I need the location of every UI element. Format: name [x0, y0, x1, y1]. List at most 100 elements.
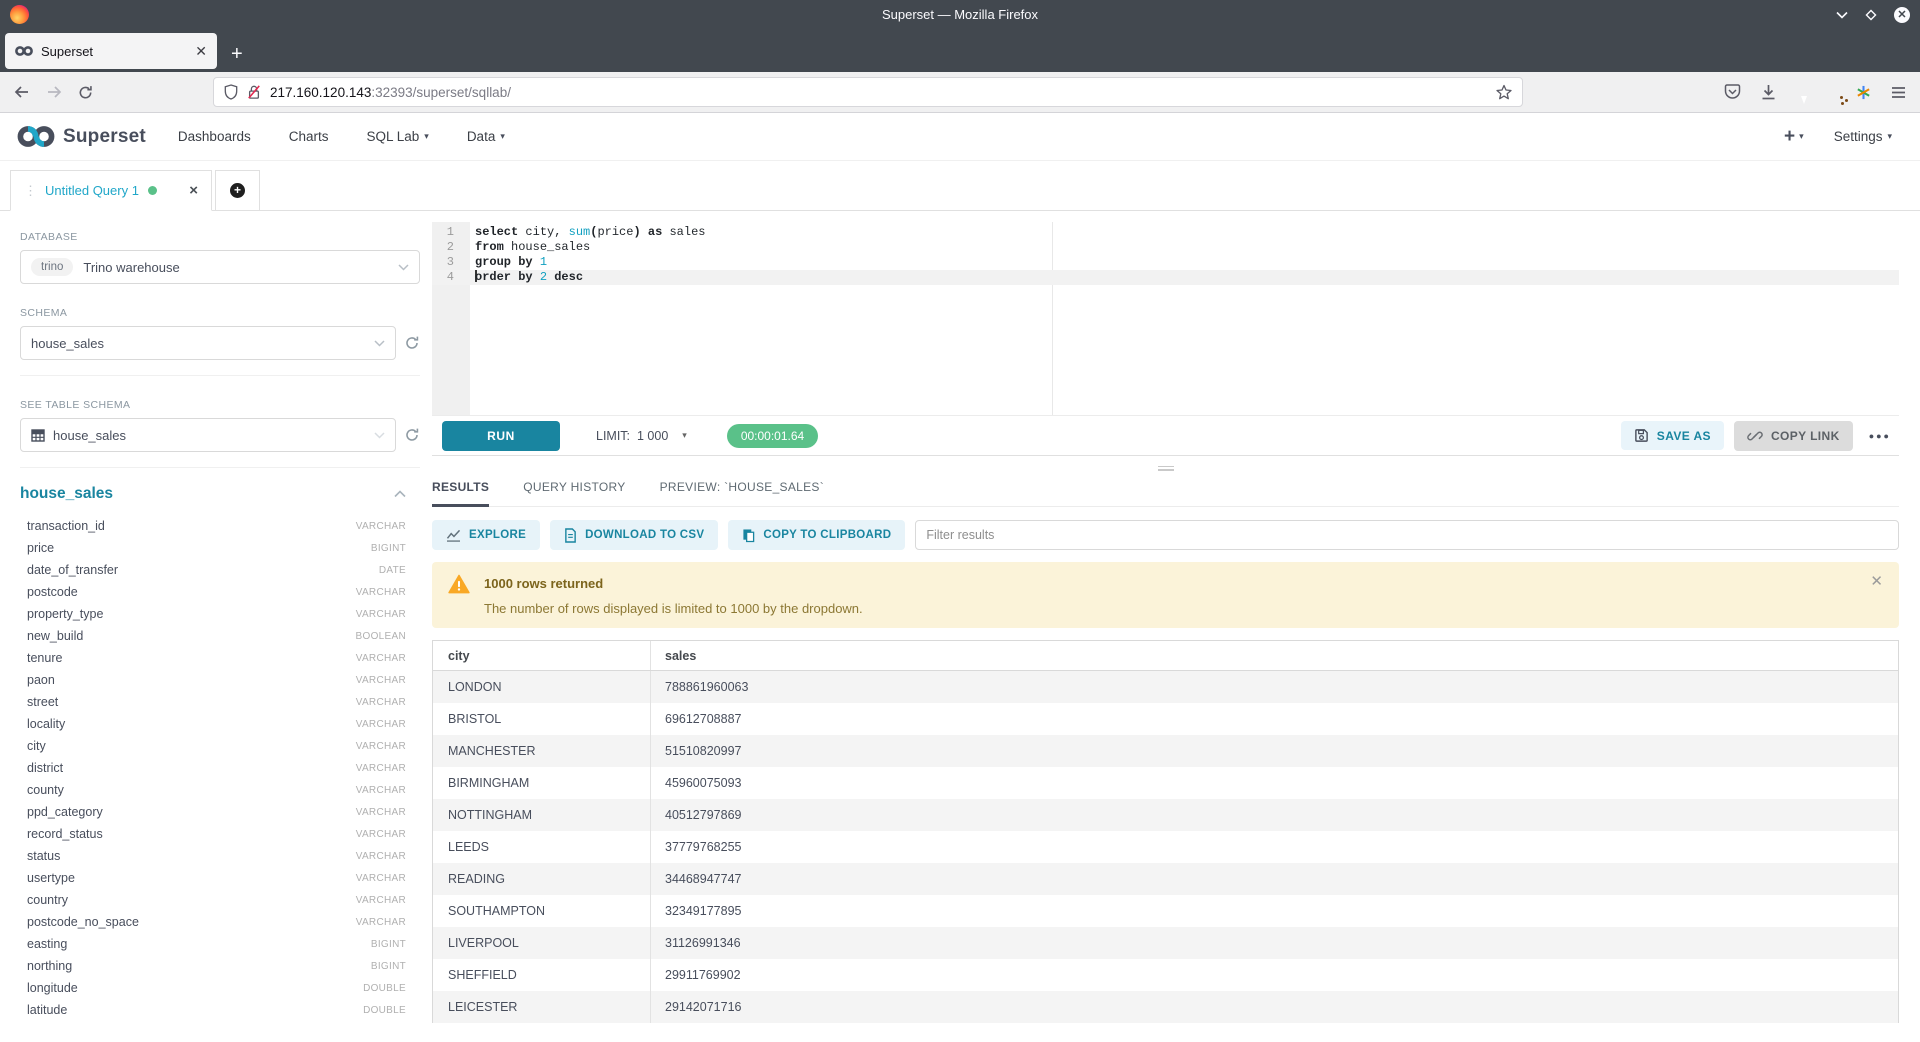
schema-column-row[interactable]: paonVARCHAR	[20, 669, 420, 691]
schema-column-row[interactable]: property_typeVARCHAR	[20, 603, 420, 625]
limit-dropdown[interactable]: LIMIT: 1 000 ▾	[596, 429, 687, 443]
schema-column-row[interactable]: countryVARCHAR	[20, 889, 420, 911]
schema-column-row[interactable]: districtVARCHAR	[20, 757, 420, 779]
copy-clipboard-button[interactable]: COPY TO CLIPBOARD	[728, 520, 905, 550]
window-minimize-icon[interactable]	[1836, 11, 1848, 19]
run-button[interactable]: RUN	[442, 421, 560, 451]
insecure-lock-icon[interactable]	[247, 84, 261, 100]
browser-tab-superset[interactable]: Superset ✕	[5, 33, 217, 69]
new-query-tab-button[interactable]: +	[215, 170, 260, 211]
back-icon[interactable]	[14, 85, 30, 99]
bookmark-star-icon[interactable]	[1496, 84, 1512, 100]
new-tab-button[interactable]: +	[231, 44, 243, 64]
caret-down-icon: ▾	[424, 131, 429, 142]
menu-hamburger-icon[interactable]	[1891, 86, 1906, 99]
table-schema-label: SEE TABLE SCHEMA	[20, 399, 420, 411]
browser-toolbar: 217.160.120.143:32393/superset/sqllab/	[0, 72, 1920, 113]
schema-column-row[interactable]: transaction_idVARCHAR	[20, 515, 420, 537]
table-row[interactable]: READING34468947747	[433, 863, 1898, 895]
schema-column-row[interactable]: northingBIGINT	[20, 955, 420, 977]
tracking-shield-icon[interactable]	[224, 84, 238, 100]
refresh-tables-icon[interactable]	[404, 427, 420, 443]
settings-menu[interactable]: Settings ▾	[1834, 129, 1892, 144]
schema-column-row[interactable]: usertypeVARCHAR	[20, 867, 420, 889]
schema-column-row[interactable]: localityVARCHAR	[20, 713, 420, 735]
table-name-heading[interactable]: house_sales	[20, 485, 113, 503]
sql-line-4[interactable]: 4order by 2 desc	[432, 270, 1899, 285]
table-select[interactable]: house_sales	[20, 418, 396, 452]
container-icon[interactable]	[1856, 85, 1871, 100]
schema-column-row[interactable]: record_statusVARCHAR	[20, 823, 420, 845]
schema-column-row[interactable]: cityVARCHAR	[20, 735, 420, 757]
download-csv-button[interactable]: DOWNLOAD TO CSV	[550, 520, 718, 550]
schema-column-row[interactable]: streetVARCHAR	[20, 691, 420, 713]
schema-column-row[interactable]: latitudeDOUBLE	[20, 999, 420, 1021]
database-label: DATABASE	[20, 231, 420, 243]
schema-column-row[interactable]: postcode_no_spaceVARCHAR	[20, 911, 420, 933]
results-tab-results[interactable]: RESULTS	[432, 480, 489, 507]
query-tab-active[interactable]: ⋮ Untitled Query 1 ×	[10, 170, 212, 211]
browser-tabstrip: Superset ✕ +	[0, 29, 1920, 72]
table-row[interactable]: MANCHESTER51510820997	[433, 735, 1898, 767]
pocket-icon[interactable]	[1724, 84, 1741, 100]
database-select[interactable]: trino Trino warehouse	[20, 250, 420, 284]
nav-item-sql-lab[interactable]: SQL Lab▾	[366, 129, 428, 144]
query-tab-close-icon[interactable]: ×	[189, 183, 198, 198]
schema-column-row[interactable]: new_buildBOOLEAN	[20, 625, 420, 647]
table-row[interactable]: LONDON788861960063	[433, 671, 1898, 703]
results-tab-preview-house-sales[interactable]: PREVIEW: `HOUSE_SALES`	[660, 480, 824, 506]
column-header-city[interactable]: city	[433, 649, 650, 663]
url-bar[interactable]: 217.160.120.143:32393/superset/sqllab/	[213, 77, 1523, 107]
collapse-chevron-up-icon[interactable]	[394, 490, 406, 498]
sql-line-3[interactable]: 3group by 1	[432, 255, 1899, 270]
schema-column-row[interactable]: statusVARCHAR	[20, 845, 420, 867]
schema-column-row[interactable]: countyVARCHAR	[20, 779, 420, 801]
window-close-icon[interactable]: ✕	[1894, 7, 1910, 23]
downloads-icon[interactable]	[1761, 84, 1776, 100]
nav-item-data[interactable]: Data▾	[467, 129, 505, 144]
tab-close-icon[interactable]: ✕	[195, 44, 207, 58]
table-row[interactable]: LIVERPOOL31126991346	[433, 927, 1898, 959]
filter-results-input[interactable]	[915, 520, 1899, 550]
query-timer-badge: 00:00:01.64	[727, 424, 818, 448]
save-as-button[interactable]: SAVE AS	[1621, 421, 1724, 450]
pane-splitter[interactable]	[432, 456, 1899, 480]
reload-icon[interactable]	[78, 85, 93, 100]
drag-handle-icon[interactable]: ⋮	[24, 183, 36, 199]
table-row[interactable]: NOTTINGHAM40512797869	[433, 799, 1898, 831]
table-row[interactable]: LEICESTER29142071716	[433, 991, 1898, 1023]
table-row[interactable]: LEEDS37779768255	[433, 831, 1898, 863]
window-maximize-icon[interactable]	[1865, 9, 1877, 21]
sales-cell: 32349177895	[650, 895, 1898, 927]
schema-column-row[interactable]: tenureVARCHAR	[20, 647, 420, 669]
schema-column-row[interactable]: ppd_categoryVARCHAR	[20, 801, 420, 823]
nav-item-charts[interactable]: Charts	[289, 129, 329, 144]
forward-icon[interactable]	[46, 85, 62, 99]
table-row[interactable]: BRISTOL69612708887	[433, 703, 1898, 735]
table-row[interactable]: SOUTHAMPTON32349177895	[433, 895, 1898, 927]
schema-column-row[interactable]: eastingBIGINT	[20, 933, 420, 955]
schema-column-row[interactable]: priceBIGINT	[20, 537, 420, 559]
alert-close-icon[interactable]: ✕	[1870, 574, 1883, 589]
results-tab-query-history[interactable]: QUERY HISTORY	[523, 480, 625, 506]
add-new-button[interactable]: + ▾	[1784, 127, 1804, 146]
nav-item-dashboards[interactable]: Dashboards	[178, 129, 251, 144]
column-header-sales[interactable]: sales	[650, 641, 1898, 670]
table-row[interactable]: BIRMINGHAM45960075093	[433, 767, 1898, 799]
line-number: 1	[432, 225, 462, 240]
more-options-icon[interactable]: ●●●	[1869, 431, 1891, 441]
schema-column-row[interactable]: postcodeVARCHAR	[20, 581, 420, 603]
explore-button[interactable]: EXPLORE	[432, 520, 540, 550]
column-type: VARCHAR	[356, 917, 406, 928]
sql-line-2[interactable]: 2from house_sales	[432, 240, 1899, 255]
schema-value: house_sales	[31, 336, 104, 351]
superset-logo[interactable]: Superset	[16, 124, 146, 149]
sql-line-1[interactable]: 1select city, sum(price) as sales	[432, 225, 1899, 240]
refresh-schemas-icon[interactable]	[404, 335, 420, 351]
sql-editor[interactable]: 1select city, sum(price) as sales2from h…	[432, 222, 1899, 415]
schema-column-row[interactable]: longitudeDOUBLE	[20, 977, 420, 999]
schema-select[interactable]: house_sales	[20, 326, 396, 360]
copy-link-button[interactable]: COPY LINK	[1734, 421, 1853, 451]
schema-column-row[interactable]: date_of_transferDATE	[20, 559, 420, 581]
table-row[interactable]: SHEFFIELD29911769902	[433, 959, 1898, 991]
